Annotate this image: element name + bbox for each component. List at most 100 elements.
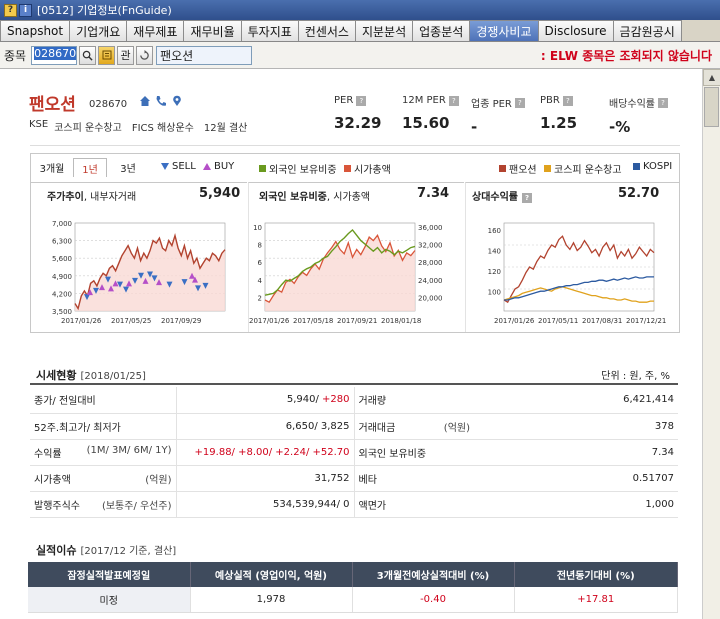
row-value-2: 6,421,414 bbox=[474, 387, 678, 414]
y-tick-label: 6,300 bbox=[52, 238, 72, 246]
elw-notice: : ELW 종목은 조회되지 않습니다 bbox=[540, 49, 712, 63]
market-table: 종가/ 전일대비 5,940/ +280 거래량 6,421,414 52주.최고… bbox=[30, 387, 678, 518]
help-icon[interactable]: ? bbox=[4, 3, 17, 17]
window-title: [0512] 기업정보(FnGuide) bbox=[37, 4, 172, 17]
y-tick-label: 4,200 bbox=[52, 290, 72, 298]
tab-8[interactable]: 경쟁사비교 bbox=[469, 20, 539, 41]
x-tick-label: 2017/01/26 bbox=[61, 317, 102, 325]
x-tick-label: 2017/12/21 bbox=[626, 317, 666, 325]
period-3y[interactable]: 3년 bbox=[111, 158, 145, 177]
help-icon: ? bbox=[448, 95, 459, 106]
row-value: 534,539,944/ 0 bbox=[176, 491, 355, 518]
tab-6[interactable]: 지분분석 bbox=[354, 20, 414, 41]
row-label: 종가/ 전일대비 bbox=[30, 387, 177, 414]
tab-10[interactable]: 금감원공시 bbox=[612, 20, 682, 41]
info-icon[interactable]: i bbox=[19, 3, 32, 17]
row-label: 발행주식수 (보통주/ 우선주) bbox=[30, 491, 177, 518]
refresh-icon bbox=[140, 49, 149, 60]
tab-2[interactable]: 재무제표 bbox=[126, 20, 185, 41]
foreign-chart-panel: 외국인 보유비중, 시가총액 7.34 10 8 6 4 2 36,000 32,000 28… bbox=[248, 182, 464, 332]
unit-label: 단위 : 원, 주, % bbox=[601, 371, 670, 382]
phone-icon[interactable] bbox=[155, 95, 167, 107]
legend-sell: SELL bbox=[161, 161, 196, 172]
divider bbox=[30, 145, 680, 146]
scroll-up-icon[interactable]: ▲ bbox=[703, 69, 720, 86]
location-icon[interactable] bbox=[171, 95, 183, 107]
home-icon[interactable] bbox=[139, 95, 151, 107]
search-button[interactable] bbox=[79, 45, 97, 65]
table-row: 수익률 (1M/ 3M/ 6M/ 1Y) +19.88/ +8.00/ +2.2… bbox=[30, 439, 678, 466]
company-code: 028670 bbox=[89, 99, 128, 110]
legend-company: 팬오션 bbox=[499, 161, 537, 176]
sell-marker-icon bbox=[161, 163, 169, 170]
row-value-2: 7.34 bbox=[474, 439, 678, 466]
tab-0[interactable]: Snapshot bbox=[0, 20, 71, 41]
y-tick-label: 7,000 bbox=[52, 220, 72, 228]
panel-title: 상대수익률? bbox=[472, 188, 532, 203]
relative-return-panel: 상대수익률? 52.70 160 140 120 100 2017/01/26 2017/… bbox=[465, 182, 679, 332]
row-value: 6,650/ 3,825 bbox=[176, 413, 355, 440]
y2-tick-label: 28,000 bbox=[418, 259, 443, 267]
panel-value: 5,940 bbox=[199, 186, 241, 201]
y-tick-label: 10 bbox=[253, 224, 262, 232]
x-tick-label: 2017/09/21 bbox=[337, 317, 377, 325]
perf-cell: 1,978 bbox=[190, 587, 353, 613]
kpi-12m-per: 12M PER? 15.60 bbox=[402, 95, 459, 132]
x-tick-label: 2017/09/29 bbox=[161, 317, 201, 325]
panel-title: 외국인 보유비중, 시가총액 bbox=[259, 192, 371, 203]
buy-marker-icon bbox=[203, 163, 211, 170]
company-name-field[interactable]: 팬오션 bbox=[156, 45, 253, 65]
tab-4[interactable]: 투자지표 bbox=[240, 20, 299, 41]
panel-title: 주가추이, 내부자거래 bbox=[47, 192, 137, 203]
legend-foreign: 외국인 보유비중 bbox=[259, 161, 337, 176]
kpi-per: PER? 32.29 bbox=[334, 95, 382, 132]
company-meta: KSE 코스피 운수창고 FICS 해상운수 12월 결산 bbox=[29, 119, 247, 134]
tab-3[interactable]: 재무비율 bbox=[183, 20, 242, 41]
row-value: 31,752 bbox=[176, 465, 355, 492]
stock-label: 종목 bbox=[4, 48, 27, 63]
kpi-sector-per: 업종 PER? - bbox=[471, 95, 525, 136]
vertical-scrollbar[interactable]: ▲ bbox=[702, 69, 720, 619]
y2-tick-label: 20,000 bbox=[418, 294, 443, 302]
fiscal-month: 12월 결산 bbox=[203, 123, 248, 134]
row-value-2: 378 bbox=[474, 413, 678, 440]
row-label: 시가총액 (억원) bbox=[30, 465, 177, 492]
x-tick-label: 2017/01/26 bbox=[249, 317, 290, 325]
period-1y[interactable]: 1년 bbox=[73, 158, 107, 177]
row-value: 5,940/ +280 bbox=[176, 387, 355, 414]
main-tabs: Snapshot 기업개요 재무제표 재무비율 투자지표 컨센서스 지분분석 업종분석 경쟁사비… bbox=[0, 20, 720, 42]
perf-cell: 미정 bbox=[28, 587, 191, 613]
y-tick-label: 5,600 bbox=[52, 255, 72, 263]
refresh-button[interactable] bbox=[136, 45, 154, 65]
market-label: KSE bbox=[29, 119, 49, 130]
legend-mcap: 시가총액 bbox=[344, 161, 391, 176]
y-tick-label: 4,900 bbox=[52, 273, 72, 281]
company-name: 팬오션 bbox=[29, 95, 76, 115]
panel-value: 7.34 bbox=[417, 186, 450, 201]
scroll-thumb[interactable] bbox=[704, 87, 719, 127]
help-icon: ? bbox=[562, 95, 573, 106]
related-button[interactable]: 관 bbox=[117, 45, 135, 65]
row-label-2: 외국인 보유비중 bbox=[354, 439, 474, 466]
help-icon: ? bbox=[522, 193, 532, 203]
perf-header: 잠정실적발표예정일 bbox=[28, 562, 191, 587]
perf-header: 예상실적 (영업이익, 억원) bbox=[190, 562, 353, 587]
y-tick-label: 160 bbox=[488, 227, 501, 235]
stock-code-input[interactable]: 028670 bbox=[31, 45, 78, 65]
market-section-title: 시세현황 [2018/01/25] bbox=[36, 369, 146, 382]
row-value-2: 1,000 bbox=[474, 491, 678, 518]
perf-cell: +17.81 bbox=[514, 587, 678, 613]
row-label-2: 액면가 bbox=[354, 491, 474, 518]
tab-7[interactable]: 업종분석 bbox=[412, 20, 471, 41]
tab-1[interactable]: 기업개요 bbox=[69, 20, 128, 41]
tab-9[interactable]: Disclosure bbox=[537, 20, 614, 41]
series-line bbox=[504, 276, 654, 301]
x-tick-label: 2018/01/18 bbox=[381, 317, 421, 325]
y-tick-label: 2 bbox=[258, 294, 262, 302]
relative-return-chart: 160 140 120 100 2017/01/26 2017/05/11 2017/08/… bbox=[488, 222, 666, 325]
y2-tick-label: 24,000 bbox=[418, 277, 443, 285]
period-3m[interactable]: 3개월 bbox=[35, 158, 69, 177]
row-label: 52주.최고가/ 최저가 bbox=[30, 413, 177, 440]
stock-list-button[interactable] bbox=[98, 45, 116, 65]
tab-5[interactable]: 컨센서스 bbox=[297, 20, 356, 41]
